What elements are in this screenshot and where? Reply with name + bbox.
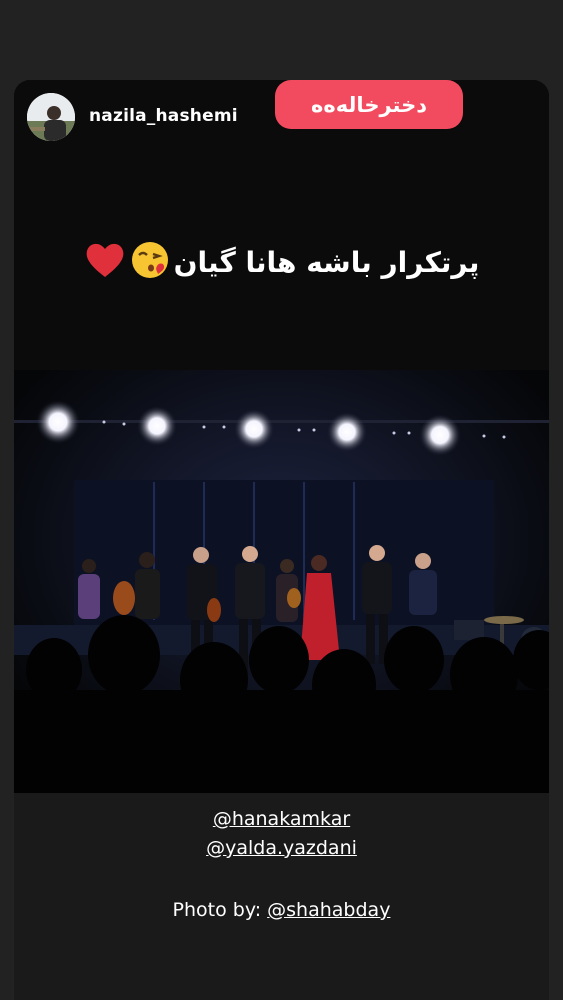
- mention-yalda: @yalda.yazdani: [14, 837, 549, 859]
- mention-link-hanakamkar[interactable]: @hanakamkar: [213, 808, 350, 830]
- tag-pill: دخترخاله‌ه‌ه: [275, 80, 463, 129]
- photo-credit: Photo by: @shahabday: [14, 899, 549, 921]
- avatar[interactable]: [27, 93, 75, 141]
- kiss-emoji: [130, 240, 170, 284]
- mention-hanakamkar: @hanakamkar: [14, 808, 549, 830]
- username[interactable]: nazila_hashemi: [89, 106, 238, 126]
- story-credits: @hanakamkar @yalda.yazdani Photo by: @sh…: [14, 793, 549, 1000]
- concert-photo: [14, 370, 549, 793]
- mention-link-yalda[interactable]: @yalda.yazdani: [206, 837, 357, 859]
- heart-emoji: [84, 241, 126, 283]
- photo-credit-link[interactable]: @shahabday: [267, 899, 390, 921]
- story-header: nazila_hashemi دخترخاله‌ه‌ه پرتکرار باشه…: [14, 80, 549, 370]
- caption-text: پرتکرار باشه هانا گیان: [173, 245, 480, 279]
- story-caption: پرتکرار باشه هانا گیان: [14, 240, 549, 284]
- story-card: nazila_hashemi دخترخاله‌ه‌ه پرتکرار باشه…: [14, 80, 549, 1000]
- photo-credit-label: Photo by:: [172, 899, 268, 921]
